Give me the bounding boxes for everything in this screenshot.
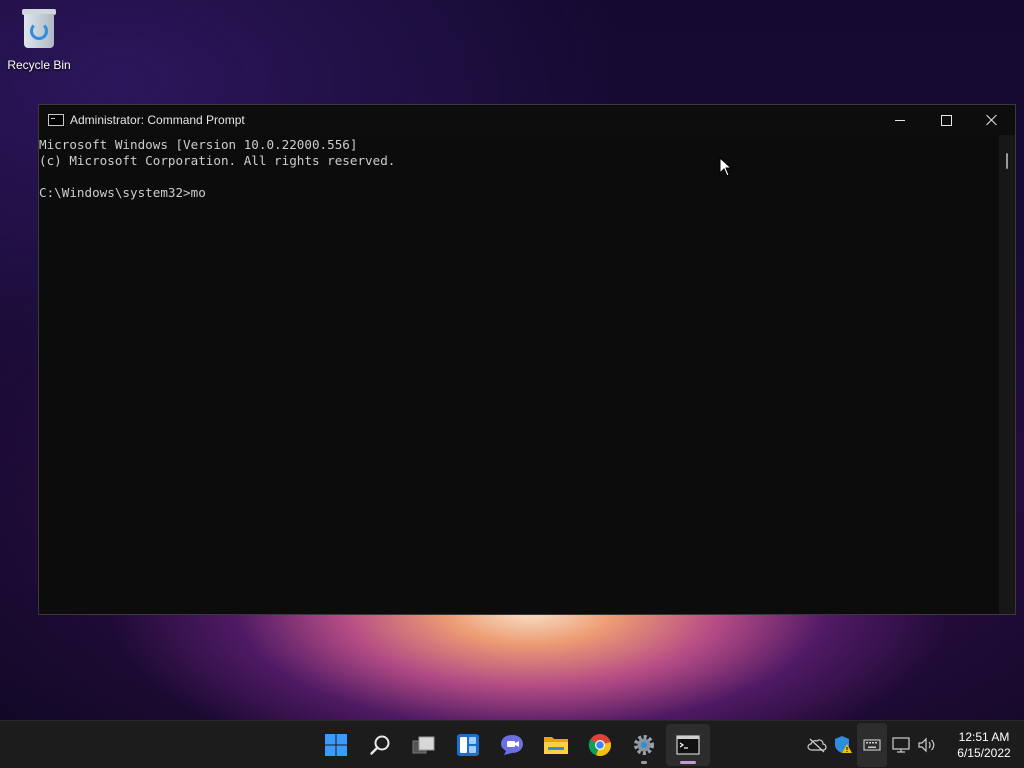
taskbar-chat-button[interactable]: [490, 724, 534, 766]
vertical-scrollbar[interactable]: [999, 135, 1015, 614]
close-icon: [986, 114, 998, 126]
minimize-icon: [895, 119, 905, 121]
scrollbar-thumb[interactable]: [1006, 153, 1008, 169]
console-line-blank: ​: [39, 169, 999, 185]
maximize-button[interactable]: [923, 105, 969, 135]
chat-icon: [501, 735, 523, 755]
windows-start-icon: [325, 734, 347, 756]
window-title: Administrator: Command Prompt: [70, 113, 245, 127]
window-controls: [877, 105, 1015, 135]
taskbar-chrome-button[interactable]: [578, 724, 622, 766]
taskbar-widgets-button[interactable]: [446, 724, 490, 766]
taskbar-clock[interactable]: 12:51 AM 6/15/2022: [948, 729, 1020, 761]
search-icon: [370, 735, 390, 755]
widgets-icon: [457, 734, 479, 756]
taskbar-command-prompt-button[interactable]: [666, 724, 710, 766]
taskbar: 12:51 AM 6/15/2022: [0, 720, 1024, 768]
close-button[interactable]: [969, 105, 1015, 135]
console-input[interactable]: mo: [191, 185, 206, 200]
desktop-icon-recycle-bin[interactable]: Recycle Bin: [4, 6, 74, 76]
tray-keyboard-button[interactable]: [857, 723, 887, 767]
console-prompt-line[interactable]: C:\Windows\system32>mo: [39, 185, 999, 201]
taskbar-file-explorer-button[interactable]: [534, 724, 578, 766]
taskbar-settings-button[interactable]: [622, 724, 666, 766]
security-warning-icon: [835, 736, 852, 753]
running-indicator: [641, 761, 647, 764]
console-line-version: Microsoft Windows [Version 10.0.22000.55…: [39, 137, 358, 152]
onedrive-offline-icon: [807, 738, 827, 753]
maximize-icon: [940, 114, 952, 126]
active-indicator: [680, 761, 696, 764]
clock-time: 12:51 AM: [958, 730, 1010, 744]
network-icon: [892, 737, 910, 753]
system-tray: 12:51 AM 6/15/2022: [804, 721, 1024, 768]
tray-volume-button[interactable]: [915, 733, 939, 757]
console-output[interactable]: Microsoft Windows [Version 10.0.22000.55…: [39, 135, 999, 614]
console-line-copyright: (c) Microsoft Corporation. All rights re…: [39, 153, 396, 168]
folder-icon: [544, 737, 568, 754]
tray-network-button[interactable]: [889, 733, 913, 757]
clock-date: 6/15/2022: [957, 746, 1011, 760]
tray-onedrive-button[interactable]: [805, 733, 829, 757]
minimize-button[interactable]: [877, 105, 923, 135]
desktop-icon-label: Recycle Bin: [7, 58, 71, 72]
cmd-icon: [676, 735, 700, 755]
volume-icon: [918, 737, 935, 753]
cmd-icon: [48, 114, 64, 126]
keyboard-icon: [863, 739, 881, 751]
command-prompt-window[interactable]: Administrator: Command Prompt Microsoft …: [38, 104, 1016, 615]
tray-security-button[interactable]: [831, 733, 855, 757]
chrome-icon: [588, 734, 611, 757]
gear-icon: [634, 735, 654, 755]
console-prompt: C:\Windows\system32>: [39, 185, 191, 200]
taskbar-apps: [314, 724, 710, 766]
window-titlebar[interactable]: Administrator: Command Prompt: [39, 105, 1015, 135]
taskbar-start-button[interactable]: [314, 724, 358, 766]
taskbar-task-view-button[interactable]: [402, 724, 446, 766]
task-view-icon: [412, 736, 435, 754]
mouse-cursor-icon: [719, 157, 733, 177]
recycle-bin-icon: [21, 6, 57, 50]
taskbar-search-button[interactable]: [358, 724, 402, 766]
